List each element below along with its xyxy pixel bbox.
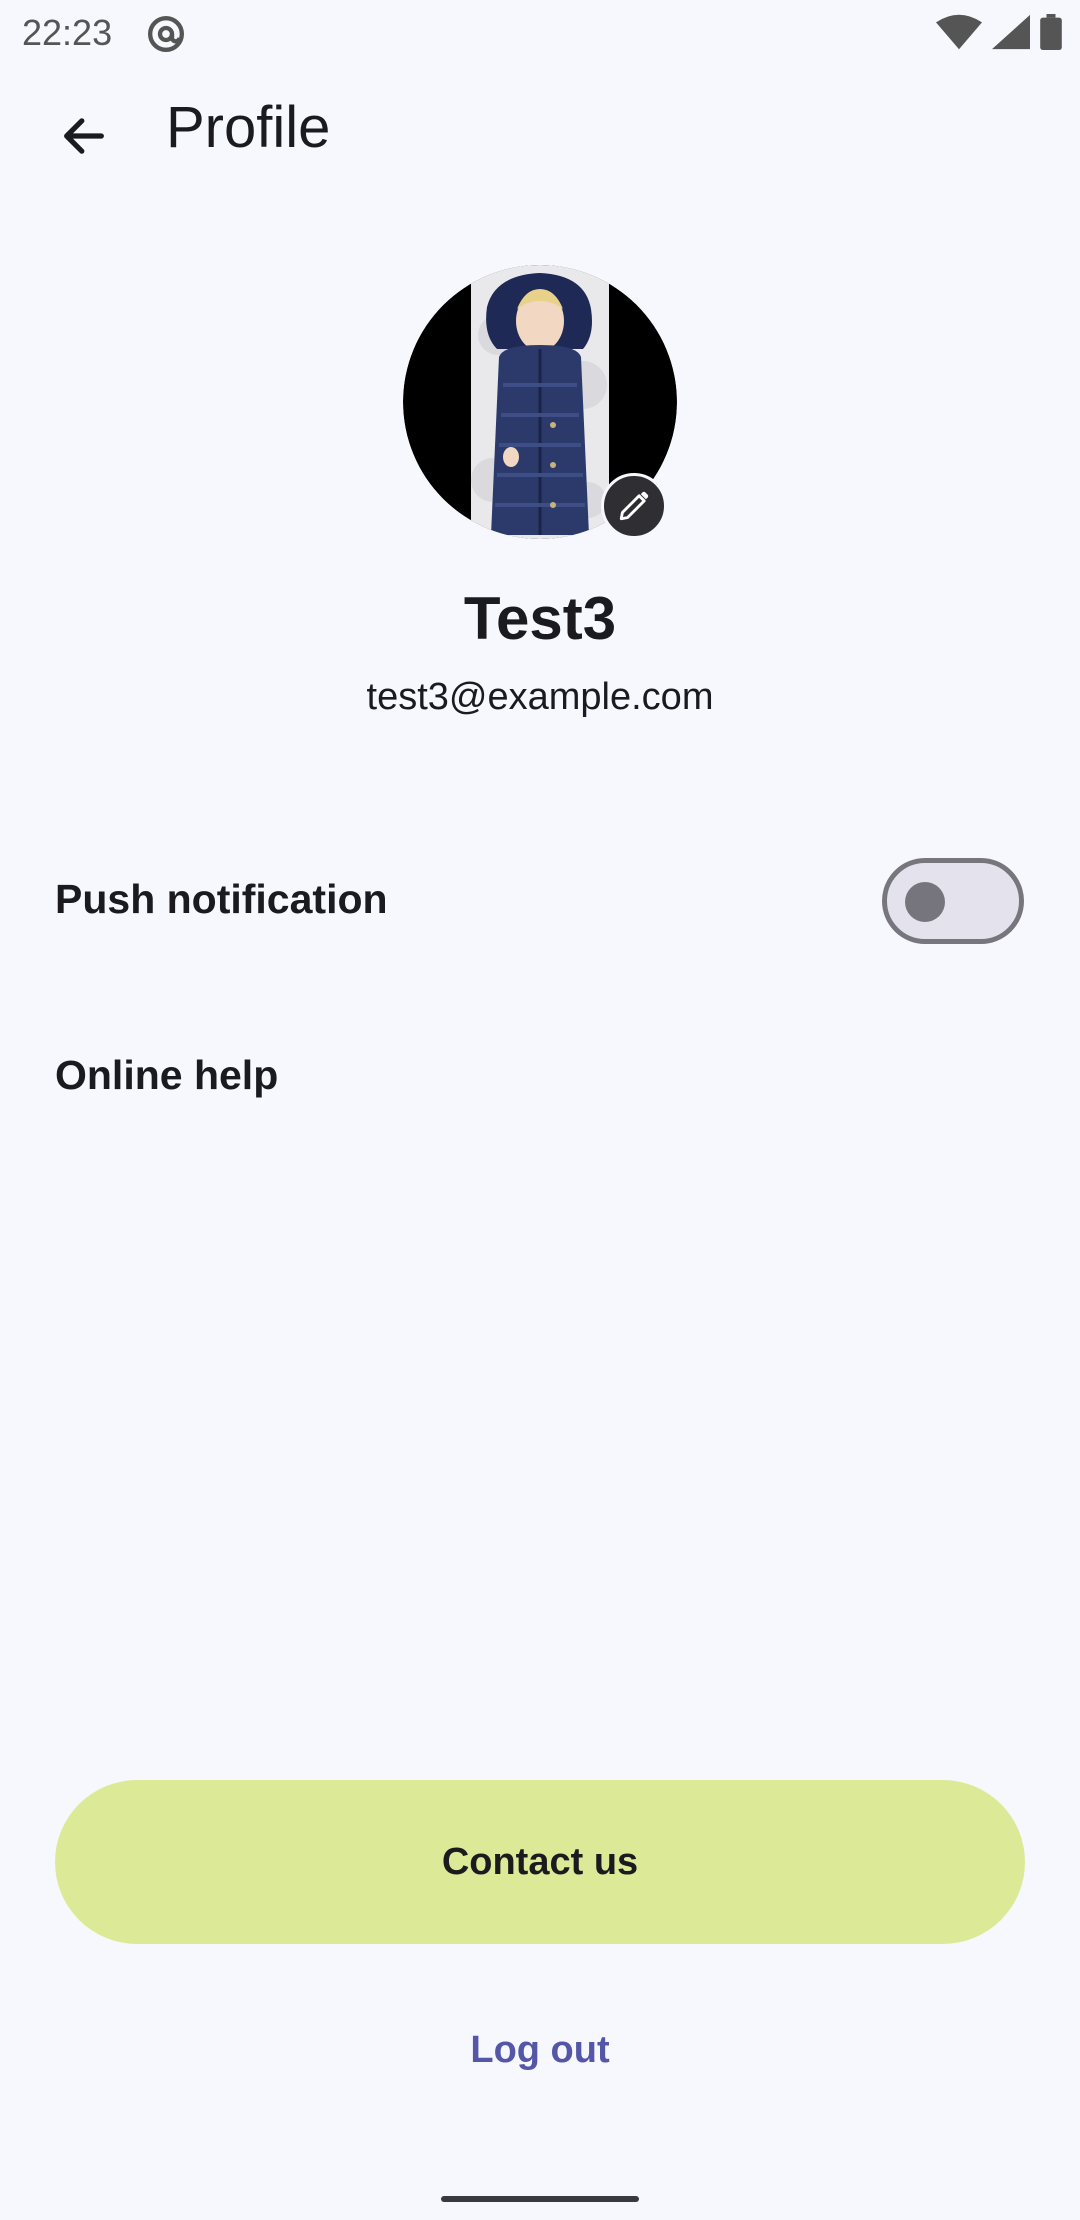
profile-name: Test3 <box>463 585 617 652</box>
online-help-row[interactable]: Online help <box>0 1012 1080 1142</box>
edit-avatar-button[interactable] <box>601 473 667 539</box>
push-notification-label: Push notification <box>55 876 388 922</box>
avatar-container <box>403 265 677 539</box>
push-notification-toggle[interactable] <box>882 858 1024 944</box>
status-bar: 22:23 <box>0 0 1080 66</box>
status-time: 22:23 <box>22 12 113 53</box>
contact-us-button[interactable]: Contact us <box>55 1780 1025 1944</box>
arrow-back-icon <box>64 118 104 154</box>
toggle-knob <box>905 882 945 922</box>
gesture-nav-handle[interactable] <box>441 2196 639 2202</box>
at-sign-icon <box>148 16 184 52</box>
back-button[interactable] <box>44 96 124 176</box>
status-icons <box>936 14 1062 50</box>
wifi-icon <box>936 14 982 50</box>
online-help-label: Online help <box>55 1052 279 1098</box>
battery-icon <box>1040 14 1062 50</box>
cell-signal-icon <box>992 14 1030 50</box>
pencil-icon <box>619 491 649 521</box>
log-out-button[interactable]: Log out <box>390 2010 690 2090</box>
app-bar: Profile <box>0 66 1080 196</box>
push-notification-row[interactable]: Push notification <box>0 836 1080 966</box>
profile-email: test3@example.com <box>366 676 714 718</box>
page-title: Profile <box>166 95 331 160</box>
